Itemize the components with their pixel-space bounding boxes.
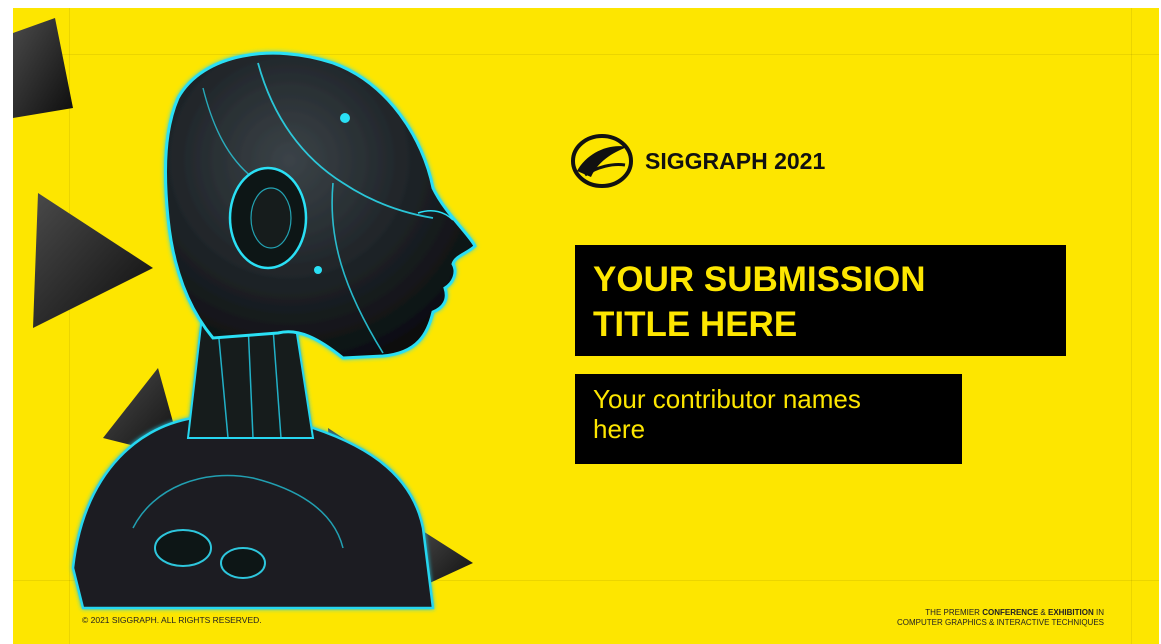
conference-name: SIGGRAPH 2021 xyxy=(645,147,826,174)
title-line-1: YOUR SUBMISSION xyxy=(593,260,926,299)
siggraph-logo-icon xyxy=(571,134,633,188)
tagline-text: THE PREMIER xyxy=(925,608,983,617)
title-line-2: TITLE HERE xyxy=(593,305,798,344)
tagline-bold: EXHIBITION xyxy=(1047,608,1094,617)
submission-title-box[interactable]: YOUR SUBMISSION TITLE HERE xyxy=(575,245,1066,356)
tagline-bold: CONFERENCE xyxy=(982,608,1039,617)
slide-canvas: SIGGRAPH 2021 YOUR SUBMISSION TITLE HERE… xyxy=(0,0,1161,644)
slide: SIGGRAPH 2021 YOUR SUBMISSION TITLE HERE… xyxy=(13,8,1159,644)
tagline-text: IN xyxy=(1093,608,1104,617)
contributor-names-box[interactable]: Your contributor names here xyxy=(575,374,962,464)
shard-shape xyxy=(33,193,153,328)
contributors-line-1: Your contributor names xyxy=(593,384,861,414)
shard-shape xyxy=(13,18,73,118)
tagline-line-1: THE PREMIER CONFERENCE & EXHIBITION IN xyxy=(897,608,1104,618)
robot-head-illustration xyxy=(13,18,477,610)
tagline-line-2: COMPUTER GRAPHICS & INTERACTIVE TECHNIQU… xyxy=(897,618,1104,627)
siggraph-logo: SIGGRAPH 2021 xyxy=(569,133,825,189)
contributors-line-2: here xyxy=(593,414,646,444)
conference-tagline: THE PREMIER CONFERENCE & EXHIBITION IN C… xyxy=(897,608,1104,628)
tagline-text: & xyxy=(1038,608,1048,617)
copyright-text: © 2021 SIGGRAPH. ALL RIGHTS RESERVED. xyxy=(82,615,262,625)
guide-line xyxy=(1131,8,1132,644)
